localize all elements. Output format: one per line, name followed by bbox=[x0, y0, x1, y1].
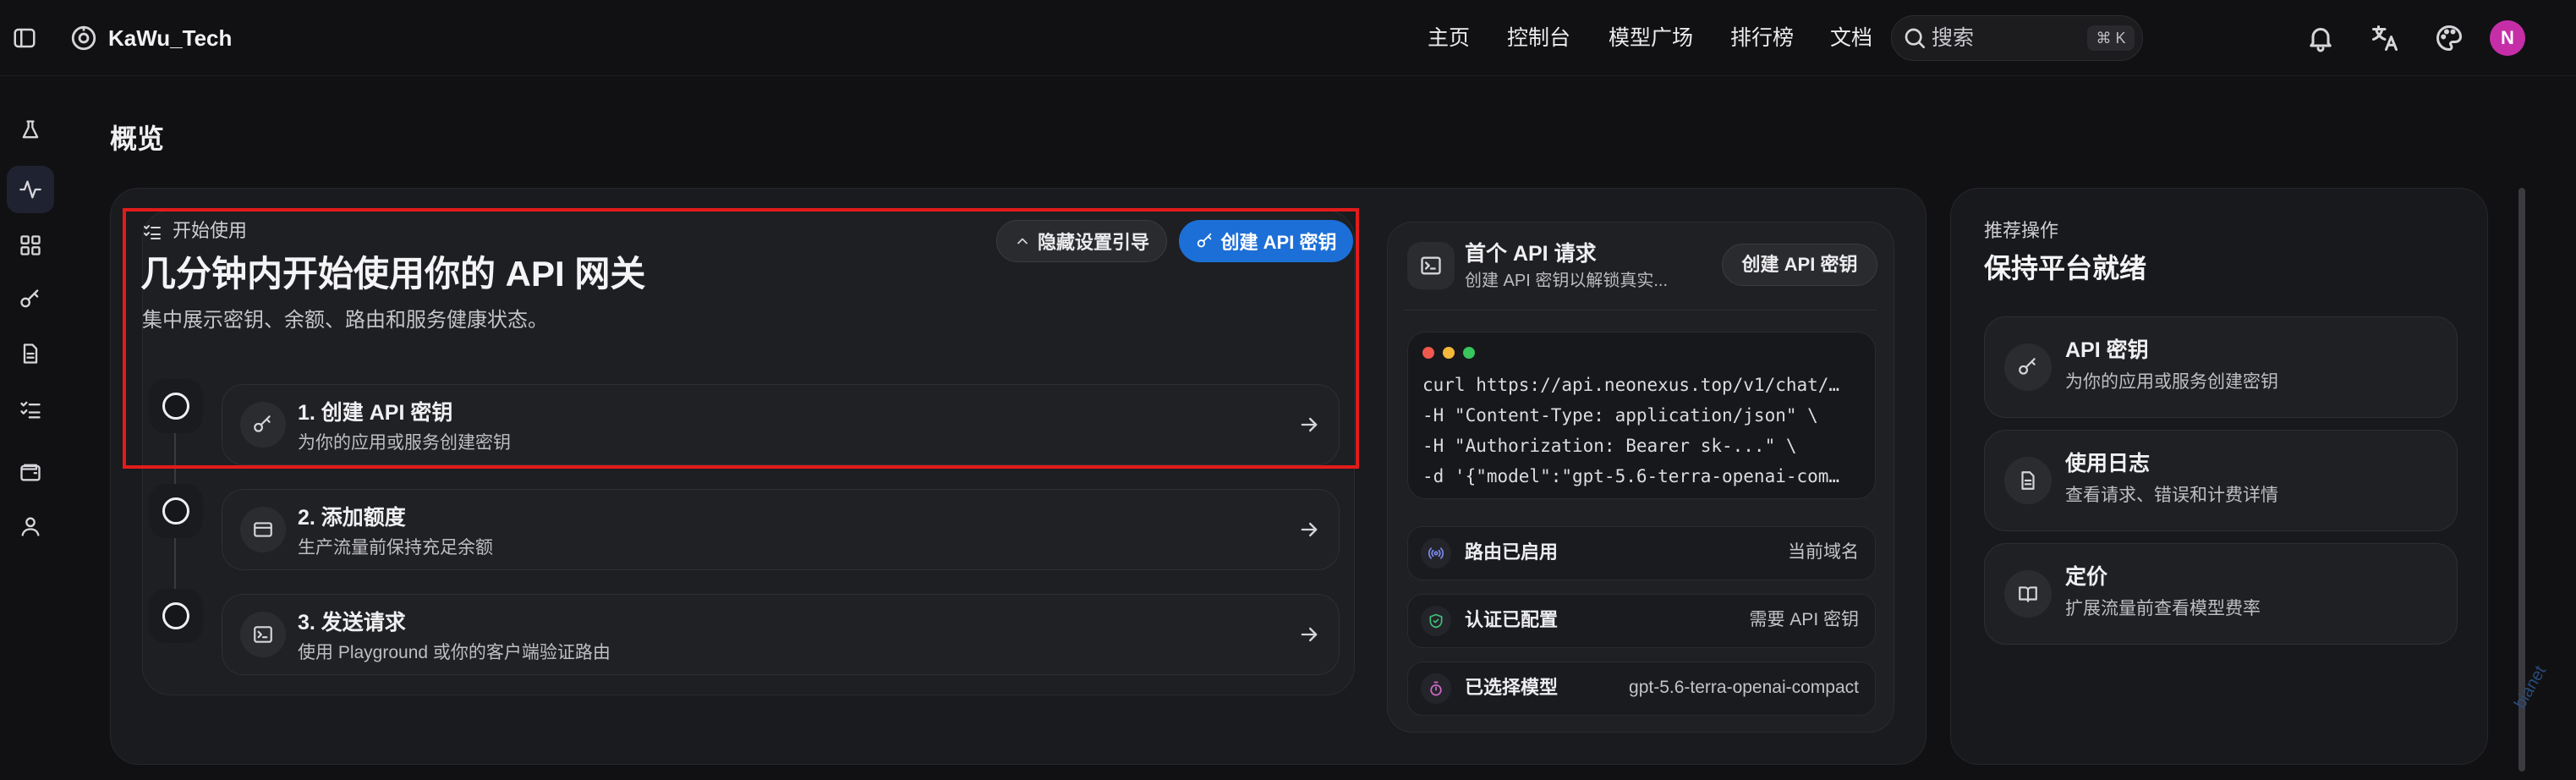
watermark: bianet bbox=[2510, 662, 2551, 712]
grid-icon bbox=[20, 235, 41, 255]
status-value: gpt-5.6-terra-openai-compact bbox=[1629, 678, 1859, 697]
arrow-right-icon bbox=[1297, 623, 1321, 646]
rail-dashboard-button[interactable] bbox=[7, 222, 54, 269]
search-shortcut-badge: ⌘ K bbox=[2087, 25, 2135, 51]
status-label: 认证已配置 bbox=[1465, 609, 1559, 630]
action-pricing[interactable] bbox=[1984, 543, 2458, 645]
step-3-icon-box bbox=[240, 612, 286, 657]
first-request-title: 首个 API 请求 bbox=[1465, 242, 1597, 266]
status-value: 需要 API 密钥 bbox=[1749, 610, 1859, 629]
palette-icon[interactable] bbox=[2434, 23, 2464, 53]
flask-icon bbox=[22, 120, 39, 139]
code-line: -d '{"model":"gpt-5.6-terra-openai-com… bbox=[1422, 466, 1840, 486]
action-api-keys[interactable] bbox=[1984, 316, 2458, 418]
status-value: 当前域名 bbox=[1788, 542, 1859, 562]
status-icon-box bbox=[1421, 606, 1451, 636]
action-title: 定价 bbox=[2065, 565, 2108, 589]
page-title: 概览 bbox=[110, 124, 165, 154]
step-2-icon-box bbox=[240, 507, 286, 552]
recommended-title: 保持平台就绪 bbox=[1984, 253, 2147, 283]
credit-card-icon bbox=[254, 522, 272, 537]
status-label: 已选择模型 bbox=[1465, 677, 1559, 698]
top-bar bbox=[0, 0, 2576, 76]
action-icon-box bbox=[2004, 457, 2052, 504]
request-icon-box bbox=[1407, 242, 1455, 289]
terminal-icon bbox=[1421, 256, 1441, 275]
recommended-eyebrow: 推荐操作 bbox=[1984, 220, 2059, 241]
code-line: curl https://api.neonexus.top/v1/chat/… bbox=[1422, 375, 1840, 395]
step-3-title: 3. 发送请求 bbox=[298, 611, 406, 634]
search-icon bbox=[1901, 25, 1928, 52]
rail-activity-button[interactable] bbox=[7, 166, 54, 213]
timer-icon bbox=[1430, 681, 1442, 696]
rail-logs-button[interactable] bbox=[7, 330, 54, 377]
document-icon bbox=[23, 343, 38, 364]
highlight-box bbox=[123, 208, 1359, 469]
status-icon-box bbox=[1421, 538, 1451, 569]
nav-leaderboard[interactable]: 排行榜 bbox=[1730, 22, 1794, 54]
book-icon bbox=[2019, 586, 2037, 602]
rail-wallet-button[interactable] bbox=[7, 448, 54, 496]
search-placeholder: 搜索 bbox=[1932, 26, 1975, 50]
step-2-status-circle bbox=[162, 497, 189, 525]
step-2-subtitle: 生产流量前保持充足余额 bbox=[298, 538, 493, 558]
first-request-subtitle: 创建 API 密钥以解锁真实... bbox=[1465, 272, 1669, 290]
step-3-subtitle: 使用 Playground 或你的客户端验证路由 bbox=[298, 643, 611, 662]
action-icon-box bbox=[2004, 570, 2052, 618]
action-subtitle: 为你的应用或服务创建密钥 bbox=[2065, 372, 2278, 392]
user-icon bbox=[21, 517, 40, 536]
step-3-status-circle bbox=[162, 602, 189, 629]
avatar[interactable]: N bbox=[2490, 20, 2525, 56]
action-title: 使用日志 bbox=[2065, 452, 2151, 475]
nav-model-plaza[interactable]: 模型广场 bbox=[1609, 22, 1693, 54]
status-icon-box bbox=[1421, 673, 1451, 704]
rail-user-button[interactable] bbox=[7, 503, 54, 550]
translate-icon[interactable] bbox=[2370, 23, 2400, 53]
checklist-icon bbox=[20, 401, 41, 419]
window-minimize-dot bbox=[1443, 347, 1455, 359]
wallet-icon bbox=[20, 464, 41, 481]
shield-check-icon bbox=[1429, 613, 1443, 629]
activity-icon bbox=[19, 180, 41, 199]
arrow-right-icon bbox=[1297, 518, 1321, 541]
nav-console[interactable]: 控制台 bbox=[1507, 22, 1570, 54]
rail-tasks-button[interactable] bbox=[7, 386, 54, 433]
action-title: API 密钥 bbox=[2065, 338, 2149, 362]
nav-docs[interactable]: 文档 bbox=[1830, 22, 1872, 54]
signal-icon bbox=[1428, 547, 1444, 559]
key-icon bbox=[20, 289, 39, 308]
request-create-key-button[interactable]: 创建 API 密钥 bbox=[1722, 244, 1877, 286]
document-icon bbox=[2021, 471, 2035, 490]
rail-flask-button[interactable] bbox=[7, 107, 54, 154]
action-usage-logs[interactable] bbox=[1984, 430, 2458, 531]
brand-logo-icon[interactable] bbox=[69, 24, 98, 52]
window-close-dot bbox=[1422, 347, 1434, 359]
terminal-icon bbox=[254, 626, 272, 643]
nav-home[interactable]: 主页 bbox=[1428, 22, 1470, 54]
rail-keys-button[interactable] bbox=[7, 276, 54, 323]
bell-icon[interactable] bbox=[2305, 23, 2336, 53]
window-maximize-dot bbox=[1463, 347, 1475, 359]
action-icon-box bbox=[2004, 343, 2052, 391]
code-line: -H "Content-Type: application/json" \ bbox=[1422, 405, 1818, 426]
step-2-title: 2. 添加额度 bbox=[298, 506, 406, 530]
action-subtitle: 扩展流量前查看模型费率 bbox=[2065, 599, 2261, 618]
action-subtitle: 查看请求、错误和计费详情 bbox=[2065, 486, 2278, 505]
code-line: -H "Authorization: Bearer sk-..." \ bbox=[1422, 436, 1797, 456]
sidebar-toggle-icon[interactable] bbox=[12, 25, 37, 51]
status-label: 路由已启用 bbox=[1465, 541, 1559, 563]
brand-name[interactable]: KaWu_Tech bbox=[108, 24, 232, 52]
key-icon bbox=[2019, 358, 2036, 375]
